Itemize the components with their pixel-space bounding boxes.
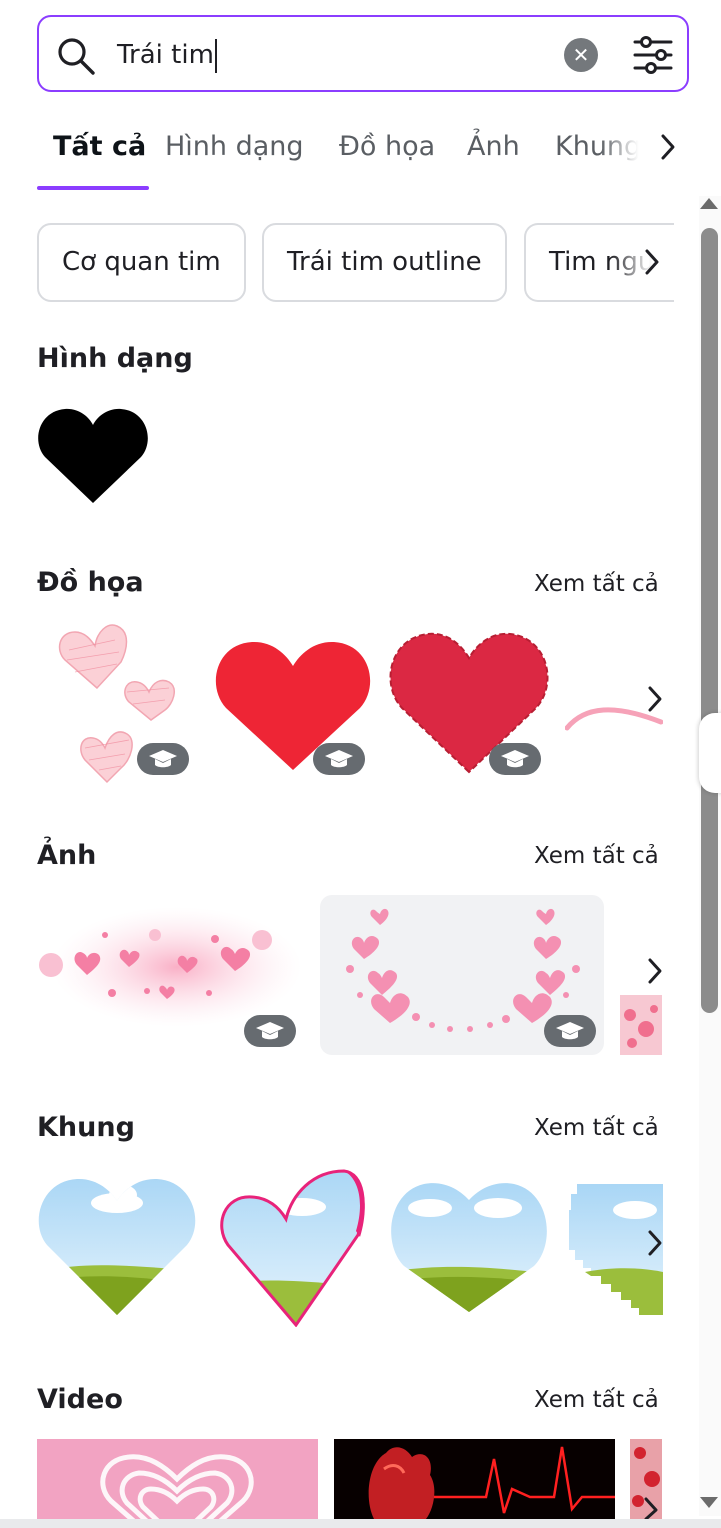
text-caret (214, 38, 217, 73)
frames-next-chevron-icon[interactable] (638, 1228, 672, 1268)
tabs-next-chevron-icon[interactable] (652, 132, 684, 168)
premium-badge-icon (313, 743, 365, 775)
scroll-down-arrow-icon[interactable] (700, 1497, 718, 1508)
scroll-up-arrow-icon[interactable] (700, 198, 718, 209)
frame-heart-outline-pink[interactable] (218, 1165, 368, 1327)
frame-heart-sky-wide[interactable] (388, 1178, 550, 1314)
filter-sliders-icon[interactable] (632, 34, 674, 76)
search-input[interactable]: Trái tim (117, 37, 217, 73)
premium-badge-icon (544, 1015, 596, 1047)
tab-photos[interactable]: Ảnh (467, 131, 520, 162)
tab-shapes[interactable]: Hình dạng (165, 131, 304, 162)
chips-next-chevron-icon[interactable] (642, 247, 662, 281)
frames-see-all-link[interactable]: Xem tất cả (534, 1115, 659, 1141)
graphics-next-chevron-icon[interactable] (638, 684, 672, 724)
frame-heart-sky[interactable] (37, 1175, 197, 1317)
chip-heart-outline[interactable]: Trái tim outline (262, 223, 507, 302)
tab-all[interactable]: Tất cả (53, 131, 146, 162)
photos-next-chevron-icon[interactable] (638, 956, 672, 996)
video-pink-heart-rings[interactable] (37, 1439, 318, 1519)
section-graphics-title: Đồ họa (37, 567, 144, 598)
tab-active-underline (37, 186, 149, 190)
premium-badge-icon (489, 743, 541, 775)
premium-badge-icon (244, 1015, 296, 1047)
bottom-edge-bar (0, 1519, 721, 1528)
clear-x-icon[interactable]: ✕ (564, 38, 598, 72)
section-frames-title: Khung (37, 1112, 135, 1143)
tabs-fade (600, 125, 655, 175)
photos-see-all-link[interactable]: Xem tất cả (534, 843, 659, 869)
section-videos-title: Video (37, 1384, 123, 1415)
section-photos-title: Ảnh (37, 840, 97, 871)
chip-heart-organ[interactable]: Cơ quan tim (37, 223, 246, 302)
black-heart-shape[interactable] (37, 405, 149, 505)
photo-pink-hearts-partial[interactable] (620, 995, 662, 1055)
search-icon (58, 38, 95, 75)
tab-graphics[interactable]: Đồ họa (339, 131, 435, 162)
video-anatomical-heart-ecg[interactable] (334, 1439, 615, 1519)
premium-badge-icon (137, 743, 189, 775)
graphics-see-all-link[interactable]: Xem tất cả (534, 571, 659, 597)
videos-see-all-link[interactable]: Xem tất cả (534, 1387, 659, 1413)
section-shapes-title: Hình dạng (37, 343, 193, 374)
panel-collapse-handle[interactable] (699, 713, 721, 793)
scrollbar-thumb[interactable] (701, 228, 718, 1013)
